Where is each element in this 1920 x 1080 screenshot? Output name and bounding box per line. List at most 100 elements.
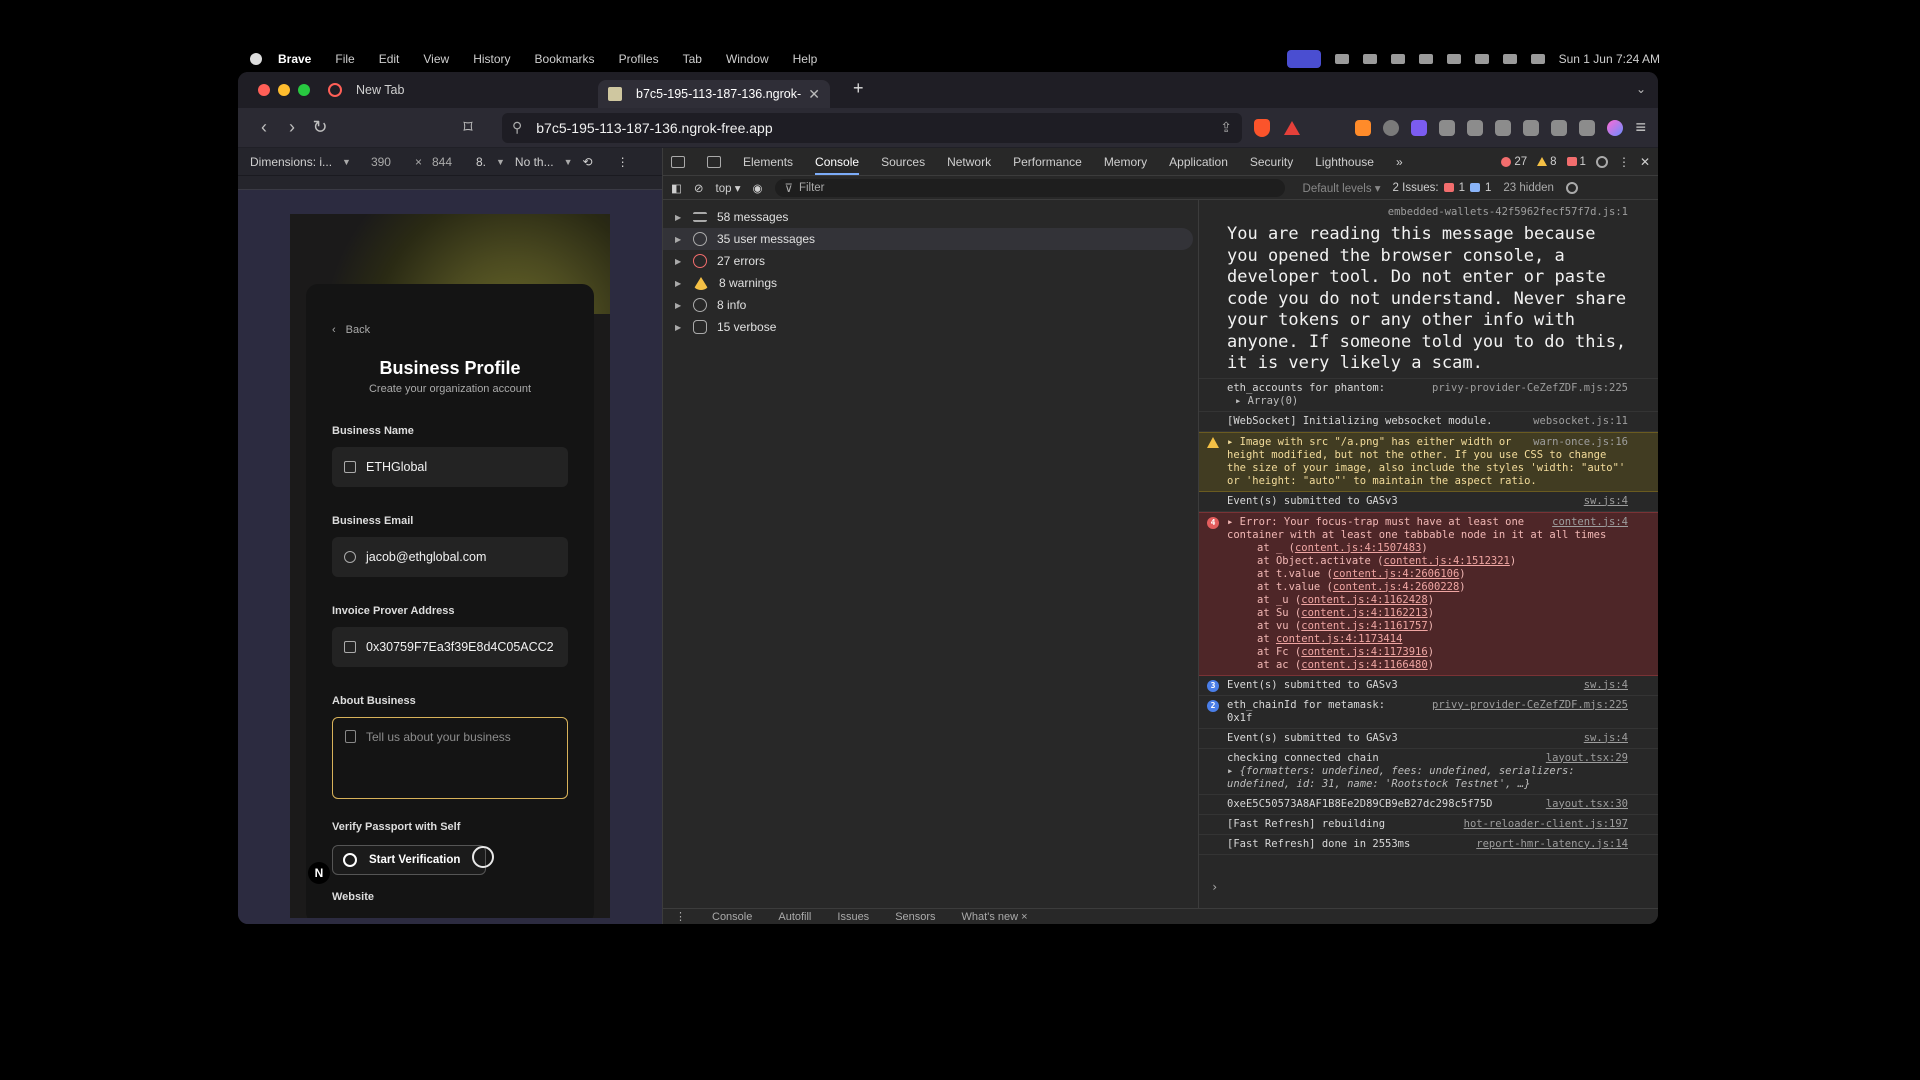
tray-icon[interactable] bbox=[1334, 54, 1349, 64]
warning-count-badge[interactable]: 8 bbox=[1537, 156, 1557, 168]
tab-console[interactable]: Console bbox=[815, 155, 860, 175]
stack-link[interactable]: content.js:4:1173916 bbox=[1301, 646, 1427, 658]
search-icon[interactable] bbox=[1502, 54, 1517, 64]
dimensions-select[interactable]: Dimensions: i... bbox=[250, 155, 332, 169]
stack-link[interactable]: content.js:4:1162428 bbox=[1301, 594, 1427, 606]
back-arrow-icon[interactable]: ‹ bbox=[250, 117, 278, 138]
new-tab-plus-icon[interactable]: + bbox=[853, 78, 864, 99]
close-devtools-icon[interactable]: ✕ bbox=[1640, 155, 1650, 169]
tab-security[interactable]: Security bbox=[1250, 155, 1293, 169]
chevron-down-icon[interactable]: ▼ bbox=[564, 157, 573, 167]
close-window-button[interactable] bbox=[258, 84, 270, 96]
clock-icon[interactable] bbox=[1418, 54, 1433, 64]
extension-icon[interactable] bbox=[1383, 119, 1400, 136]
inspect-element-icon[interactable] bbox=[671, 155, 685, 168]
stack-link[interactable]: content.js:4:1166480 bbox=[1301, 659, 1427, 671]
source-link[interactable]: privy-provider-CeZefZDF.mjs:225 bbox=[1432, 699, 1628, 712]
source-link[interactable]: websocket.js:11 bbox=[1533, 415, 1628, 428]
brave-rewards-icon[interactable] bbox=[1284, 120, 1300, 135]
source-link[interactable]: layout.tsx:29 bbox=[1546, 752, 1628, 765]
device-toggle-icon[interactable] bbox=[707, 155, 721, 168]
volume-icon[interactable] bbox=[1390, 54, 1405, 64]
more-options-icon[interactable]: ⋮ bbox=[1618, 155, 1630, 169]
drawer-tab-autofill[interactable]: Autofill bbox=[778, 911, 811, 923]
error-count-badge[interactable]: 27 bbox=[1501, 156, 1527, 168]
tab-network[interactable]: Network bbox=[947, 155, 991, 169]
expand-caret-icon[interactable]: ▶ bbox=[675, 279, 683, 288]
wallet-icon[interactable] bbox=[1523, 119, 1540, 136]
sidebar-toggle-icon[interactable]: ◧ bbox=[671, 181, 682, 195]
menu-help[interactable]: Help bbox=[793, 52, 818, 66]
context-select[interactable]: top ▾ bbox=[716, 181, 741, 195]
stack-link[interactable]: content.js:4:1161757 bbox=[1301, 620, 1427, 632]
source-link[interactable]: privy-provider-CeZefZDF.mjs:225 bbox=[1432, 382, 1628, 395]
more-options-icon[interactable]: ⋮ bbox=[617, 155, 629, 169]
source-link[interactable]: warn-once.js:16 bbox=[1533, 436, 1628, 449]
menu-bookmarks[interactable]: Bookmarks bbox=[535, 52, 595, 66]
throttle-select[interactable]: No th... bbox=[515, 155, 554, 169]
puzzle-extensions-icon[interactable] bbox=[1439, 119, 1456, 136]
tab-new-tab[interactable]: New Tab bbox=[328, 76, 528, 104]
profile-avatar-icon[interactable] bbox=[1607, 119, 1624, 136]
expandable-object[interactable]: ▸ {formatters: undefined, fees: undefine… bbox=[1227, 765, 1628, 791]
menu-bar-clock[interactable]: Sun 1 Jun 7:24 AM bbox=[1559, 52, 1660, 66]
source-link[interactable]: hot-reloader-client.js:197 bbox=[1464, 818, 1628, 831]
live-expression-eye-icon[interactable]: ◉ bbox=[752, 181, 762, 195]
clear-console-icon[interactable]: ⊘ bbox=[694, 181, 704, 195]
stack-link[interactable]: content.js:4:1162213 bbox=[1301, 607, 1427, 619]
sidebar-item-errors[interactable]: ▶ 27 errors bbox=[663, 250, 1198, 272]
screen-record-icon[interactable] bbox=[1286, 50, 1321, 68]
tab-application[interactable]: Application bbox=[1169, 155, 1228, 169]
source-link[interactable]: sw.js:4 bbox=[1584, 495, 1628, 508]
drawer-tab-whats-new[interactable]: What's new × bbox=[962, 911, 1028, 923]
console-settings-gear-icon[interactable] bbox=[1565, 181, 1578, 194]
sidebar-item-info[interactable]: ▶ 8 info bbox=[663, 294, 1198, 316]
apple-icon[interactable] bbox=[250, 53, 262, 65]
source-link[interactable]: sw.js:4 bbox=[1584, 679, 1628, 692]
drawer-tab-sensors[interactable]: Sensors bbox=[895, 911, 935, 923]
tab-lighthouse[interactable]: Lighthouse bbox=[1315, 155, 1374, 169]
tab-elements[interactable]: Elements bbox=[743, 155, 793, 169]
menu-history[interactable]: History bbox=[473, 52, 510, 66]
menu-edit[interactable]: Edit bbox=[379, 52, 400, 66]
download-icon[interactable] bbox=[1467, 119, 1484, 136]
device-height-input[interactable]: 844 bbox=[432, 155, 466, 169]
tab-ngrok[interactable]: b7c5-195-113-187-136.ngrok- ✕ bbox=[598, 80, 830, 108]
expand-caret-icon[interactable]: ▶ bbox=[675, 323, 683, 332]
chevron-down-icon[interactable]: ▼ bbox=[342, 157, 351, 167]
chevron-down-icon[interactable]: ▼ bbox=[496, 157, 505, 167]
expand-caret-icon[interactable]: ▶ bbox=[675, 235, 683, 244]
expandable-array[interactable]: ▸ Array(0) bbox=[1227, 395, 1628, 408]
url-text[interactable]: b7c5-195-113-187-136.ngrok-free.app bbox=[536, 120, 772, 136]
share-icon[interactable]: ⇪ bbox=[1220, 119, 1232, 136]
leo-ai-icon[interactable] bbox=[1551, 119, 1568, 136]
stack-link[interactable]: content.js:4:2606106 bbox=[1333, 568, 1459, 580]
settings-gear-icon[interactable] bbox=[1595, 155, 1608, 168]
address-bar[interactable]: ⚲ b7c5-195-113-187-136.ngrok-free.app ⇪ bbox=[502, 112, 1242, 143]
tab-memory[interactable]: Memory bbox=[1104, 155, 1147, 169]
device-width-input[interactable]: 390 bbox=[371, 155, 405, 169]
wifi-icon[interactable] bbox=[1474, 54, 1489, 64]
start-verification-button[interactable]: Start Verification bbox=[332, 845, 486, 875]
battery-icon[interactable] bbox=[1446, 54, 1461, 64]
source-link[interactable]: embedded-wallets-42f5962fecf57f7d.js:1 bbox=[1388, 206, 1628, 219]
more-tabs-icon[interactable]: » bbox=[1396, 155, 1403, 169]
brave-shields-icon[interactable] bbox=[1254, 118, 1270, 137]
sidebar-item-user-messages[interactable]: ▶ 35 user messages bbox=[663, 228, 1193, 250]
zoom-window-button[interactable] bbox=[298, 84, 310, 96]
source-link[interactable]: report-hmr-latency.js:14 bbox=[1476, 838, 1628, 851]
next-devtools-button[interactable]: N bbox=[308, 862, 330, 884]
bookmark-icon[interactable]: ⌑ bbox=[454, 117, 482, 138]
zoom-select[interactable]: 8. bbox=[476, 155, 486, 169]
sidebar-item-messages[interactable]: ▶ 58 messages bbox=[663, 206, 1198, 228]
shield-icon[interactable] bbox=[1579, 119, 1596, 136]
minimize-window-button[interactable] bbox=[278, 84, 290, 96]
menu-file[interactable]: File bbox=[335, 52, 354, 66]
close-tab-icon[interactable]: ✕ bbox=[808, 86, 820, 103]
stack-link[interactable]: content.js:4:1173414 bbox=[1276, 633, 1402, 645]
menu-view[interactable]: View bbox=[423, 52, 449, 66]
forward-arrow-icon[interactable]: › bbox=[278, 117, 306, 138]
expand-caret-icon[interactable]: ▶ bbox=[675, 301, 683, 310]
menu-tab[interactable]: Tab bbox=[683, 52, 702, 66]
tab-sources[interactable]: Sources bbox=[881, 155, 925, 169]
